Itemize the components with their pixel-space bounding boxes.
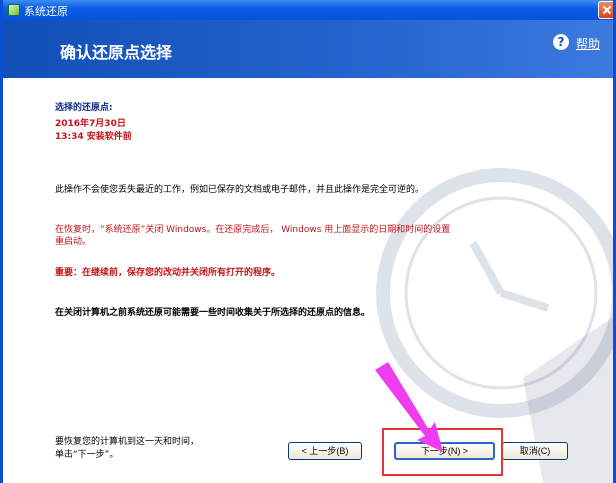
main-content: 选择的还原点: 2016年7月30日 13:34 安装软件前 此操作不会使您丢失…	[3, 78, 613, 483]
title-bar[interactable]: 系统还原	[3, 0, 613, 20]
cancel-button[interactable]: 取消(C)	[502, 442, 568, 460]
next-button[interactable]: 下一步(N) >	[394, 442, 495, 460]
warning-text-line2: 重启动。	[55, 237, 92, 247]
note-text: 在关闭计算机之前系统还原可能需要一些时间收集关于所选择的还原点的信息。	[55, 308, 371, 318]
info-text: 此操作不会使您丢失最近的工作，例如已保存的文档或电子邮件，并且此操作是完全可逆的…	[55, 185, 425, 195]
warning-text-line1: 在恢复时，“系统还原”关闭 Windows。在还原完成后， Windows 用上…	[55, 225, 451, 235]
restore-point-date: 2016年7月30日	[55, 119, 126, 129]
help-link[interactable]: 帮助	[576, 35, 600, 52]
header-banner: 确认还原点选择 ? 帮助	[3, 20, 613, 78]
footer-text-line1: 要恢复您的计算机到这一天和时间，	[55, 437, 200, 447]
close-icon[interactable]	[598, 1, 613, 19]
page-title: 确认还原点选择	[60, 43, 173, 62]
important-text: 重要：在继续前，保存您的改动并关闭所有打开的程序。	[55, 268, 281, 278]
window-title: 系统还原	[24, 5, 68, 18]
restore-point-time: 13:34 安装软件前	[55, 132, 132, 142]
footer-text-line2: 单击“下一步”。	[55, 450, 119, 460]
system-restore-icon	[8, 4, 20, 16]
question-circle-icon[interactable]: ?	[553, 34, 569, 50]
system-restore-window: 系统还原 确认还原点选择 ? 帮助 选择的还原点: 2016年7月30日 13:…	[0, 0, 616, 483]
restore-point-label: 选择的还原点:	[55, 103, 113, 113]
back-button[interactable]: < 上一步(B)	[288, 442, 362, 460]
